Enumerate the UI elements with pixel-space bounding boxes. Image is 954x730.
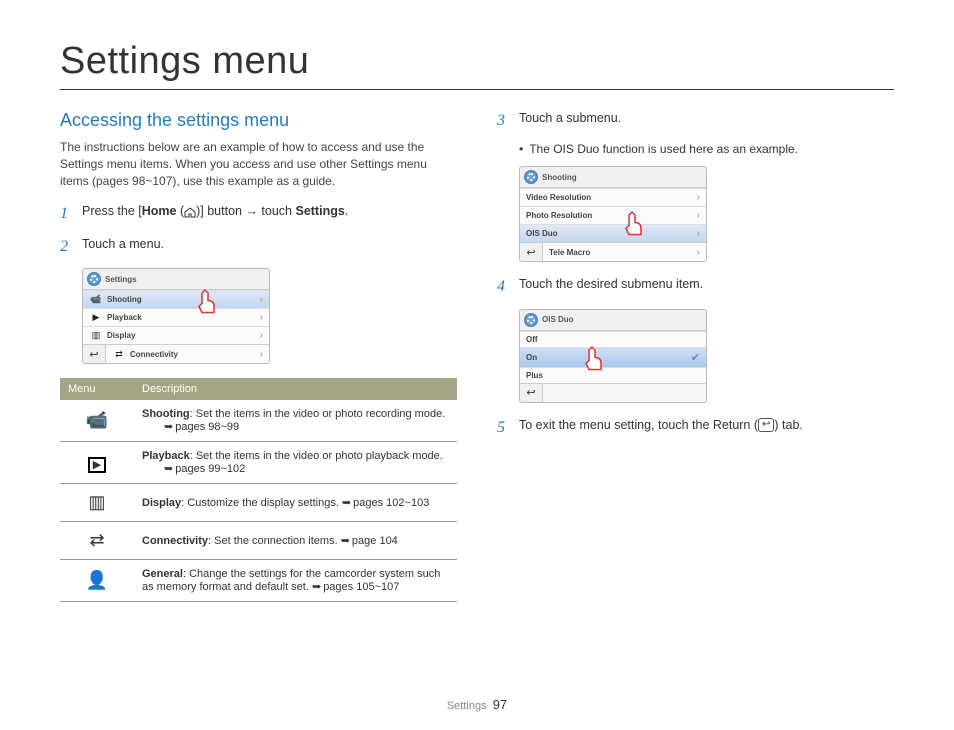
settings-panel: Settings 📹 Shooting › ▶ Playback › ▥ Dis…	[82, 268, 270, 364]
menu-connectivity[interactable]: ⇄ Connectivity ›	[106, 345, 269, 363]
table-row: 📹 Shooting: Set the items in the video o…	[60, 400, 457, 442]
intro-text: The instructions below are an example of…	[60, 139, 457, 189]
return-icon: ↩	[758, 418, 774, 432]
chevron-right-icon: ›	[697, 247, 700, 258]
menu-display[interactable]: ▥ Display ›	[83, 326, 269, 344]
menu-video-resolution[interactable]: Video Resolution ›	[520, 188, 706, 206]
connectivity-icon: ⇄	[60, 522, 134, 560]
table-header-menu: Menu	[60, 378, 134, 400]
page-number: 97	[493, 697, 507, 712]
panel-title: Shooting	[542, 173, 577, 182]
section-heading: Accessing the settings menu	[60, 110, 457, 131]
person-icon: 👤	[60, 560, 134, 602]
page-title: Settings menu	[60, 40, 894, 90]
chevron-right-icon: ›	[260, 312, 263, 323]
step-1: 1 Press the [Home ()] button → touch Set…	[60, 203, 457, 225]
chevron-right-icon: ›	[260, 294, 263, 305]
display-icon: ▥	[89, 330, 103, 341]
home-icon	[184, 207, 196, 218]
gear-icon	[524, 170, 538, 184]
step-number: 2	[60, 236, 74, 258]
panel-title: Settings	[105, 275, 137, 284]
chevron-right-icon: ›	[697, 210, 700, 221]
step-3: 3 Touch a submenu.	[497, 110, 894, 132]
check-icon: ✔	[691, 351, 700, 364]
table-row: 👤 General: Change the settings for the c…	[60, 560, 457, 602]
camcorder-icon: 📹	[89, 294, 103, 305]
step-number: 5	[497, 417, 511, 439]
menu-photo-resolution[interactable]: Photo Resolution ›	[520, 206, 706, 224]
table-row: ▥ Display: Customize the display setting…	[60, 484, 457, 522]
menu-description-table: Menu Description 📹 Shooting: Set the ite…	[60, 378, 457, 602]
chevron-right-icon: ›	[260, 330, 263, 341]
connectivity-icon: ⇄	[112, 349, 126, 360]
menu-tele-macro[interactable]: Tele Macro ›	[543, 243, 706, 261]
play-icon: ▶	[89, 312, 103, 323]
left-column: Accessing the settings menu The instruct…	[60, 110, 457, 602]
step-5: 5 To exit the menu setting, touch the Re…	[497, 417, 894, 439]
ois-duo-panel: OIS Duo Off On ✔ Plus ↩	[519, 309, 707, 403]
shooting-panel: Shooting Video Resolution › Photo Resolu…	[519, 166, 707, 262]
table-row: ⇄ Connectivity: Set the connection items…	[60, 522, 457, 560]
option-on[interactable]: On ✔	[520, 347, 706, 367]
chevron-right-icon: ›	[260, 349, 263, 360]
gear-icon	[524, 313, 538, 327]
panel-title: OIS Duo	[542, 315, 574, 324]
option-off[interactable]: Off	[520, 331, 706, 347]
return-button[interactable]: ↩	[83, 345, 106, 363]
right-column: 3 Touch a submenu. •The OIS Duo function…	[497, 110, 894, 602]
step-number: 4	[497, 276, 511, 298]
camcorder-icon: 📹	[60, 400, 134, 442]
table-row: ▶ Playback: Set the items in the video o…	[60, 442, 457, 484]
chevron-right-icon: ›	[697, 192, 700, 203]
return-button[interactable]: ↩	[520, 384, 543, 402]
chevron-right-icon: ›	[697, 228, 700, 239]
menu-ois-duo[interactable]: OIS Duo ›	[520, 224, 706, 242]
table-header-description: Description	[134, 378, 457, 400]
step-number: 3	[497, 110, 511, 132]
menu-shooting[interactable]: 📹 Shooting ›	[83, 290, 269, 308]
option-plus[interactable]: Plus	[520, 367, 706, 383]
display-icon: ▥	[60, 484, 134, 522]
step-number: 1	[60, 203, 74, 225]
gear-icon	[87, 272, 101, 286]
page-footer: Settings 97	[0, 697, 954, 712]
step-4: 4 Touch the desired submenu item.	[497, 276, 894, 298]
menu-playback[interactable]: ▶ Playback ›	[83, 308, 269, 326]
step-2: 2 Touch a menu.	[60, 236, 457, 258]
return-button[interactable]: ↩	[520, 243, 543, 261]
step-3-substep: •The OIS Duo function is used here as an…	[519, 142, 894, 156]
play-icon: ▶	[60, 442, 134, 484]
